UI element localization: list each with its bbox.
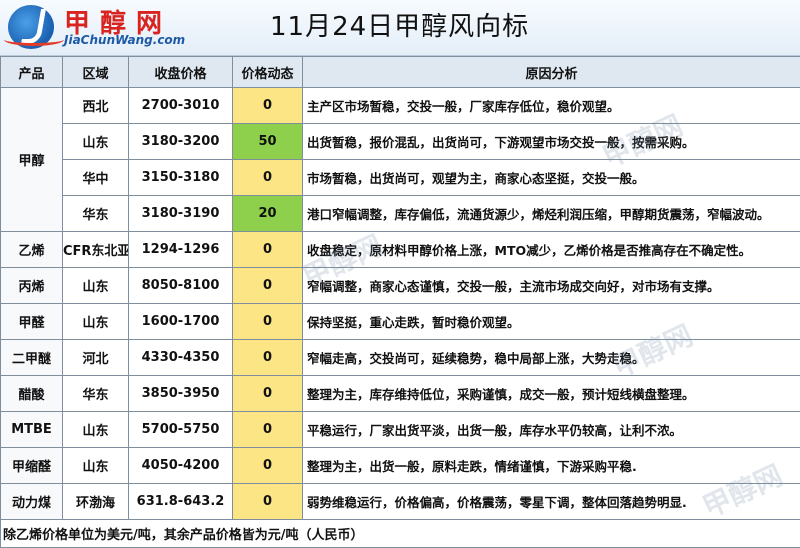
price-cell: 3180-3190	[129, 196, 233, 232]
table-row: 动力煤 环渤海 631.8-643.2 0 弱势维稳运行，价格偏高，价格震荡，零…	[1, 484, 800, 520]
footnote-row: 除乙烯价格单位为美元/吨，其余产品价格皆为元/吨（人民币）	[1, 520, 800, 548]
reason-cell: 保持坚挺，重心走跌，暂时稳价观望。	[303, 304, 800, 340]
region-cell: 山东	[63, 304, 129, 340]
price-cell: 4330-4350	[129, 340, 233, 376]
table-row: MTBE 山东 5700-5750 0 平稳运行，厂家出货平淡，出货一般，库存水…	[1, 412, 800, 448]
product-cell: 醋酸	[1, 376, 63, 412]
product-cell: 甲醛	[1, 304, 63, 340]
page-title: 11月24日甲醇风向标	[270, 6, 529, 43]
reason-cell: 市场暂稳，出货尚可，观望为主，商家心态坚挺，交投一般。	[303, 160, 800, 196]
change-cell: 0	[233, 484, 303, 520]
reason-cell: 窄幅调整，商家心态谨慎，交投一般，主流市场成交向好，对市场有支撑。	[303, 268, 800, 304]
price-cell: 2700-3010	[129, 88, 233, 124]
change-cell: 0	[233, 160, 303, 196]
change-cell: 0	[233, 304, 303, 340]
region-cell: CFR东北亚	[63, 232, 129, 268]
table-row: 二甲醚 河北 4330-4350 0 窄幅走高，交投尚可，延续稳势，稳中局部上涨…	[1, 340, 800, 376]
product-cell: 甲醇	[1, 88, 63, 232]
region-cell: 山东	[63, 268, 129, 304]
region-cell: 河北	[63, 340, 129, 376]
region-cell: 华中	[63, 160, 129, 196]
price-cell: 1294-1296	[129, 232, 233, 268]
col-header-region: 区域	[63, 57, 129, 88]
change-cell: 0	[233, 448, 303, 484]
table-row: 甲醇 西北 2700-3010 0 主产区市场暂稳，交投一般，厂家库存低位，稳价…	[1, 88, 800, 124]
price-cell: 3150-3180	[129, 160, 233, 196]
change-cell: 0	[233, 376, 303, 412]
change-cell: 0	[233, 88, 303, 124]
product-cell: 甲缩醛	[1, 448, 63, 484]
table-row: 山东 3180-3200 50 出货暂稳，报价混乱，出货尚可，下游观望市场交投一…	[1, 124, 800, 160]
col-header-reason: 原因分析	[303, 57, 800, 88]
region-cell: 华东	[63, 376, 129, 412]
change-cell: 0	[233, 232, 303, 268]
reason-cell: 平稳运行，厂家出货平淡，出货一般，库存水平仍较高，让利不浓。	[303, 412, 800, 448]
product-cell: MTBE	[1, 412, 63, 448]
change-cell: 20	[233, 196, 303, 232]
table-row: 甲醛 山东 1600-1700 0 保持坚挺，重心走跌，暂时稳价观望。	[1, 304, 800, 340]
reason-cell: 弱势维稳运行，价格偏高，价格震荡，零星下调，整体回落趋势明显.	[303, 484, 800, 520]
region-cell: 华东	[63, 196, 129, 232]
change-cell: 50	[233, 124, 303, 160]
region-cell: 山东	[63, 124, 129, 160]
price-cell: 8050-8100	[129, 268, 233, 304]
table-row: 乙烯 CFR东北亚 1294-1296 0 收盘稳定，原材料甲醇价格上涨，MTO…	[1, 232, 800, 268]
price-table: 产品 区域 收盘价格 价格动态 原因分析 甲醇 西北 2700-3010 0 主…	[0, 56, 800, 548]
product-cell: 动力煤	[1, 484, 63, 520]
price-cell: 3850-3950	[129, 376, 233, 412]
product-cell: 二甲醚	[1, 340, 63, 376]
col-header-change: 价格动态	[233, 57, 303, 88]
table-row: 醋酸 华东 3850-3950 0 整理为主，库存维持低位，采购谨慎，成交一般，…	[1, 376, 800, 412]
price-cell: 631.8-643.2	[129, 484, 233, 520]
footnote: 除乙烯价格单位为美元/吨，其余产品价格皆为元/吨（人民币）	[1, 520, 800, 548]
price-cell: 3180-3200	[129, 124, 233, 160]
region-cell: 山东	[63, 448, 129, 484]
change-cell: 0	[233, 340, 303, 376]
region-cell: 环渤海	[63, 484, 129, 520]
region-cell: 山东	[63, 412, 129, 448]
price-cell: 1600-1700	[129, 304, 233, 340]
product-cell: 乙烯	[1, 232, 63, 268]
header-bar: 甲醇网 JiaChunWang.com 11月24日甲醇风向标	[0, 0, 800, 56]
page: 甲醇网 JiaChunWang.com 11月24日甲醇风向标 产品 区域 收盘…	[0, 0, 800, 547]
col-header-product: 产品	[1, 57, 63, 88]
site-logo[interactable]: 甲醇网 JiaChunWang.com	[4, 3, 224, 51]
reason-cell: 出货暂稳，报价混乱，出货尚可，下游观望市场交投一般，按需采购。	[303, 124, 800, 160]
table-row: 丙烯 山东 8050-8100 0 窄幅调整，商家心态谨慎，交投一般，主流市场成…	[1, 268, 800, 304]
product-cell: 丙烯	[1, 268, 63, 304]
price-cell: 4050-4200	[129, 448, 233, 484]
region-cell: 西北	[63, 88, 129, 124]
change-cell: 0	[233, 268, 303, 304]
reason-cell: 整理为主，出货一般，原料走跌，情绪谨慎，下游采购平稳.	[303, 448, 800, 484]
col-header-price: 收盘价格	[129, 57, 233, 88]
table-row: 华东 3180-3190 20 港口窄幅调整，库存偏低，流通货源少，烯烃利润压缩…	[1, 196, 800, 232]
table-row: 甲缩醛 山东 4050-4200 0 整理为主，出货一般，原料走跌，情绪谨慎，下…	[1, 448, 800, 484]
logo-text-en: JiaChunWang.com	[64, 33, 185, 47]
change-cell: 0	[233, 412, 303, 448]
reason-cell: 主产区市场暂稳，交投一般，厂家库存低位，稳价观望。	[303, 88, 800, 124]
logo-swoosh-icon	[4, 33, 64, 46]
reason-cell: 收盘稳定，原材料甲醇价格上涨，MTO减少，乙烯价格是否推高存在不确定性。	[303, 232, 800, 268]
table-row: 华中 3150-3180 0 市场暂稳，出货尚可，观望为主，商家心态坚挺，交投一…	[1, 160, 800, 196]
reason-cell: 整理为主，库存维持低位，采购谨慎，成交一般，预计短线横盘整理。	[303, 376, 800, 412]
price-cell: 5700-5750	[129, 412, 233, 448]
reason-cell: 窄幅走高，交投尚可，延续稳势，稳中局部上涨，大势走稳。	[303, 340, 800, 376]
table-header-row: 产品 区域 收盘价格 价格动态 原因分析	[1, 57, 800, 88]
table-body: 甲醇 西北 2700-3010 0 主产区市场暂稳，交投一般，厂家库存低位，稳价…	[1, 88, 800, 548]
reason-cell: 港口窄幅调整，库存偏低，流通货源少，烯烃利润压缩，甲醇期货震荡，窄幅波动。	[303, 196, 800, 232]
